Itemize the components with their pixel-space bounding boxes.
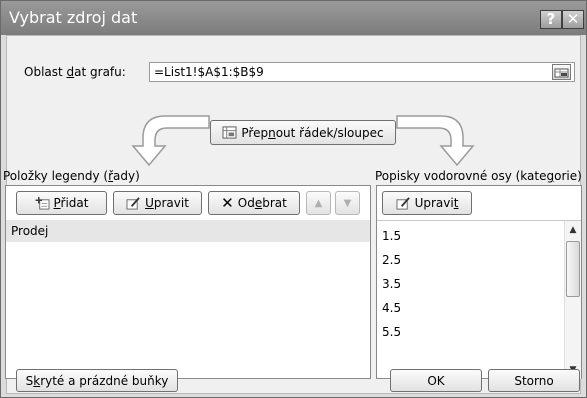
- select-data-source-dialog: Vybrat zdroj dat ? ✕ Oblast dat grafu: =…: [0, 0, 587, 398]
- edit-icon: [396, 196, 410, 210]
- chart-range-label: Oblast dat grafu:: [24, 65, 126, 79]
- edit-axis-labels-label: Upravit: [414, 196, 459, 210]
- arrow-up-icon: ▲: [314, 197, 323, 209]
- move-down-button[interactable]: ▼: [335, 191, 360, 215]
- chart-range-input[interactable]: [150, 63, 548, 81]
- arrow-down-icon: ▼: [343, 197, 352, 209]
- axis-labels-label: Popisky vodorovné osy (kategorie): [375, 169, 582, 183]
- edit-series-label: Upravit: [145, 196, 189, 210]
- axis-labels-panel: Upravit 1.5 2.5 3.5 4.5 5.5 ▲ ▼: [376, 185, 582, 379]
- list-item[interactable]: Prodej: [6, 220, 370, 242]
- list-item[interactable]: 4.5: [377, 297, 401, 319]
- remove-series-label: Odebrat: [237, 196, 287, 210]
- legend-entries-label: Položky legendy (řady): [3, 169, 140, 183]
- legend-entries-list: Prodej: [6, 220, 370, 378]
- range-selector-icon: [554, 68, 569, 78]
- cancel-button[interactable]: Storno: [488, 369, 580, 392]
- hidden-empty-cells-button[interactable]: Skryté a prázdné buňky: [16, 369, 178, 392]
- list-item[interactable]: 1.5: [377, 225, 401, 247]
- remove-series-button[interactable]: ✕ Odebrat: [208, 191, 300, 215]
- add-series-button[interactable]: Přidat: [16, 191, 107, 215]
- edit-icon: [126, 196, 140, 210]
- axis-labels-list: 1.5 2.5 3.5 4.5 5.5 ▲ ▼: [377, 220, 581, 379]
- switch-row-column-icon: [222, 126, 237, 139]
- hidden-empty-cells-label: Skryté a prázdné buňky: [25, 373, 169, 388]
- add-series-label: Přidat: [53, 196, 89, 210]
- ok-button[interactable]: OK: [390, 369, 482, 392]
- close-button[interactable]: ✕: [562, 10, 584, 29]
- move-up-button[interactable]: ▲: [306, 191, 331, 215]
- edit-axis-labels-button[interactable]: Upravit: [382, 191, 472, 215]
- list-item[interactable]: 2.5: [377, 249, 401, 271]
- help-icon: ?: [546, 10, 556, 28]
- list-item[interactable]: 5.5: [377, 321, 401, 343]
- list-item[interactable]: 3.5: [377, 273, 401, 295]
- left-curved-arrow-icon: [131, 115, 210, 167]
- switch-row-column-button[interactable]: Přepnout řádek/sloupec: [210, 120, 396, 145]
- collapse-dialog-button[interactable]: [552, 64, 571, 80]
- remove-icon: ✕: [221, 193, 234, 212]
- right-curved-arrow-icon: [396, 115, 475, 167]
- title-bar: Vybrat zdroj dat ? ✕: [1, 1, 586, 35]
- switch-row-column-label: Přepnout řádek/sloupec: [241, 125, 384, 140]
- scrollbar-thumb[interactable]: [566, 241, 580, 297]
- chart-range-field[interactable]: [149, 62, 575, 82]
- scroll-up-icon[interactable]: ▲: [566, 223, 580, 237]
- dialog-body: Oblast dat grafu: =List1!$A$1:$B$9 Přepn…: [3, 35, 582, 394]
- help-button[interactable]: ?: [540, 10, 562, 29]
- edit-series-button[interactable]: Upravit: [113, 191, 202, 215]
- dialog-title: Vybrat zdroj dat: [9, 8, 138, 27]
- add-icon: [35, 196, 49, 210]
- legend-entries-panel: Přidat Upravit ✕ Odebrat ▲ ▼ Prodej: [5, 185, 371, 379]
- close-icon: ✕: [566, 10, 580, 28]
- axis-labels-scrollbar[interactable]: ▲ ▼: [564, 221, 581, 379]
